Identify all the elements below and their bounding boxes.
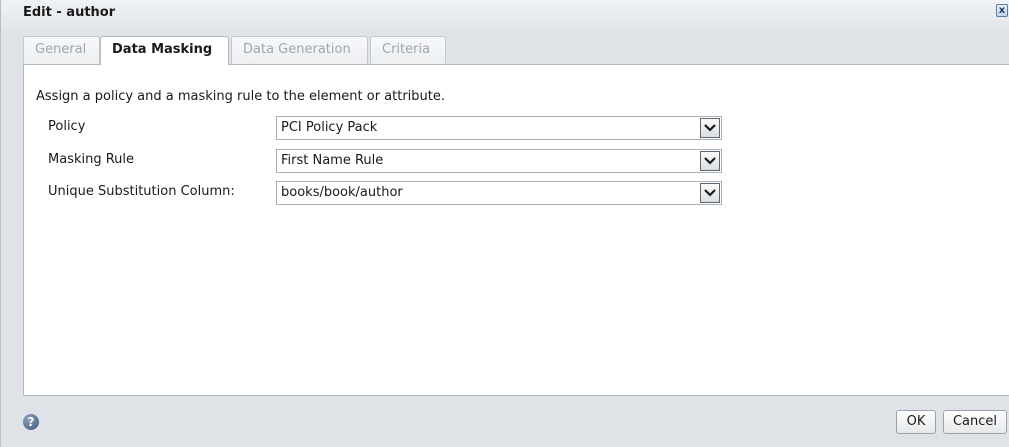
masking-rule-value: First Name Rule: [281, 153, 384, 168]
instruction-text: Assign a policy and a masking rule to th…: [36, 89, 446, 104]
chevron-down-icon[interactable]: [700, 118, 720, 138]
substitution-column-label: Unique Substitution Column:: [48, 184, 235, 199]
policy-label: Policy: [48, 119, 86, 134]
substitution-column-value: books/book/author: [281, 185, 403, 200]
masking-rule-label: Masking Rule: [48, 152, 135, 167]
substitution-column-select[interactable]: books/book/author: [276, 181, 722, 205]
edit-dialog: Edit - author x General Data Masking Dat…: [0, 0, 1009, 447]
close-icon[interactable]: x: [996, 4, 1008, 17]
dialog-title: Edit - author: [23, 5, 116, 20]
policy-row: Policy PCI Policy Pack: [24, 116, 1009, 140]
help-icon[interactable]: ?: [23, 414, 39, 430]
ok-button[interactable]: OK: [896, 410, 936, 434]
policy-value: PCI Policy Pack: [281, 120, 378, 135]
substitution-column-row: Unique Substitution Column: books/book/a…: [24, 181, 1009, 205]
title-bar: Edit - author x: [1, 0, 1009, 36]
tab-data-generation[interactable]: Data Generation: [231, 36, 368, 64]
cancel-button[interactable]: Cancel: [943, 410, 1007, 434]
masking-rule-select[interactable]: First Name Rule: [276, 149, 722, 173]
tab-general[interactable]: General: [23, 36, 100, 64]
chevron-down-icon[interactable]: [700, 151, 720, 171]
dialog-footer: ? OK Cancel: [1, 396, 1009, 447]
tab-criteria[interactable]: Criteria: [370, 36, 446, 64]
data-masking-panel: Assign a policy and a masking rule to th…: [23, 64, 1009, 396]
chevron-down-icon[interactable]: [700, 183, 720, 203]
tab-data-masking[interactable]: Data Masking: [100, 36, 229, 65]
masking-rule-row: Masking Rule First Name Rule: [24, 149, 1009, 173]
policy-select[interactable]: PCI Policy Pack: [276, 116, 722, 140]
